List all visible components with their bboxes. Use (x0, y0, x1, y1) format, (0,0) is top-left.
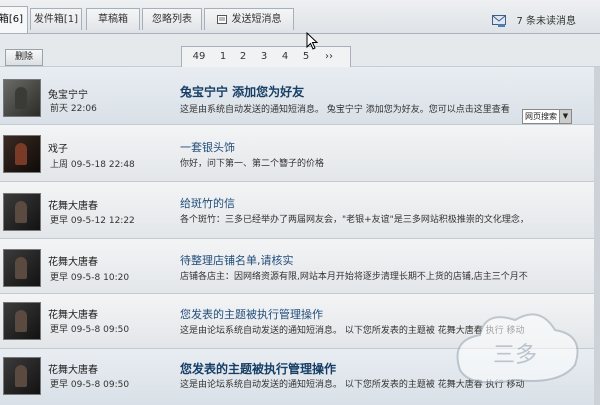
message-subject[interactable]: 兔宝宁宁 添加您为好友 (180, 83, 304, 100)
message-row[interactable]: 花舞大唐春 更早 09-5-8 09:50 您发表的主题被执行管理操作 这是由论… (0, 349, 600, 405)
message-preview: 这是由论坛系统自动发送的通知短消息。 以下您所发表的主题被 花舞大唐春 执行 移… (180, 380, 525, 390)
avatar[interactable] (3, 302, 41, 340)
message-sender[interactable]: 花舞大唐春 (48, 197, 98, 212)
message-preview: 这是由系统自动发送的通知短消息。 兔宝宁宁 添加您为好友。您可以点击这里查看 (180, 105, 510, 115)
message-preview: 你好，问下第一、第二个簪子的价格 (180, 159, 325, 169)
message-sender[interactable]: 花舞大唐春 (48, 253, 98, 268)
tab-drafts[interactable]: 草稿箱 (86, 8, 140, 30)
unread-count: 7 (516, 16, 523, 27)
tab-send-message-label: 发送短消息 (231, 14, 282, 25)
message-preview: 店铺各店主：因网络资源有限,网站本月开始将逐步清理长期不上货的店铺,店主三个月不 (180, 272, 528, 282)
mouse-cursor-icon (306, 32, 318, 50)
unread-label: 条未读消息 (526, 16, 576, 27)
pagination: 49 1 2 3 4 5 ›› (181, 46, 351, 68)
avatar[interactable] (3, 357, 41, 395)
message-time: 更早 09-5-12 12:22 (50, 216, 135, 226)
message-subject[interactable]: 待整理店铺名单,请核实 (180, 252, 294, 268)
page-5[interactable]: 5 (299, 47, 313, 67)
message-subject[interactable]: 您发表的主题被执行管理操作 (180, 306, 323, 322)
tab-send-message[interactable]: 发送短消息 (204, 8, 294, 30)
page-total[interactable]: 49 (188, 47, 210, 67)
tab-inbox[interactable]: 箱[6] (0, 6, 28, 33)
message-sender[interactable]: 花舞大唐春 (48, 306, 98, 321)
message-sender[interactable]: 戏子 (48, 140, 68, 155)
web-search-dropdown[interactable]: 网页搜索 ▼ (522, 109, 572, 124)
tab-drafts-label: 草稿箱 (98, 14, 128, 25)
web-search-label: 网页搜索 (525, 112, 557, 121)
avatar[interactable] (3, 79, 41, 117)
message-row[interactable]: 花舞大唐春 更早 09-5-8 10:20 待整理店铺名单,请核实 店铺各店主：… (0, 239, 600, 294)
message-sender[interactable]: 兔宝宁宁 (48, 86, 88, 101)
tab-inbox-label: 箱[6] (0, 14, 24, 25)
message-time: 上周 09-5-18 22:48 (50, 160, 135, 170)
compose-icon (216, 14, 227, 24)
message-list: 兔宝宁宁 前天 22:06 兔宝宁宁 添加您为好友 这是由系统自动发送的通知短消… (0, 67, 600, 405)
avatar[interactable] (3, 249, 41, 287)
delete-button[interactable]: 删除 (5, 49, 43, 66)
scrollbar[interactable] (594, 67, 600, 405)
tab-ignore-list[interactable]: 忽略列表 (142, 8, 202, 30)
message-time: 更早 09-5-8 09:50 (50, 380, 130, 390)
page-4[interactable]: 4 (278, 47, 292, 67)
tab-outbox-label: 发件箱[1] (33, 14, 79, 25)
message-icon (492, 15, 507, 27)
message-row[interactable]: 兔宝宁宁 前天 22:06 兔宝宁宁 添加您为好友 这是由系统自动发送的通知短消… (0, 67, 600, 125)
folder-tab-bar: 箱[6] 发件箱[1] 草稿箱 忽略列表 发送短消息 7 条未读消息 (0, 0, 600, 34)
pm-window: 箱[6] 发件箱[1] 草稿箱 忽略列表 发送短消息 7 条未读消息 删除 49… (0, 0, 600, 405)
chevron-down-icon[interactable]: ▼ (559, 110, 571, 123)
page-next[interactable]: ›› (320, 47, 338, 67)
toolbar: 删除 49 1 2 3 4 5 ›› (0, 34, 600, 68)
avatar[interactable] (3, 135, 41, 173)
message-subject[interactable]: 您发表的主题被执行管理操作 (180, 360, 336, 377)
avatar[interactable] (3, 193, 41, 231)
message-subject[interactable]: 一套银头饰 (180, 139, 235, 155)
unread-indicator[interactable]: 7 条未读消息 (492, 12, 576, 27)
message-subject[interactable]: 给斑竹的信 (180, 195, 235, 211)
message-row[interactable]: 花舞大唐春 更早 09-5-8 09:50 您发表的主题被执行管理操作 这是由论… (0, 294, 600, 349)
tab-outbox[interactable]: 发件箱[1] (30, 8, 82, 30)
message-sender[interactable]: 花舞大唐春 (48, 361, 98, 376)
message-row[interactable]: 花舞大唐春 更早 09-5-12 12:22 给斑竹的信 各个斑竹：三多已经举办… (0, 182, 600, 239)
message-preview: 这是由论坛系统自动发送的通知短消息。 以下您所发表的主题被 花舞大唐春 执行 移… (180, 326, 525, 336)
message-row[interactable]: 戏子 上周 09-5-18 22:48 一套银头饰 你好，问下第一、第二个簪子的… (0, 125, 600, 182)
tab-ignore-list-label: 忽略列表 (152, 14, 192, 25)
message-preview: 各个斑竹：三多已经举办了两届网友会，"老银+友谊"是三多网站积极推崇的文化理念， (180, 215, 529, 225)
page-1[interactable]: 1 (216, 47, 230, 67)
message-time: 更早 09-5-8 09:50 (50, 325, 130, 335)
message-time: 更早 09-5-8 10:20 (50, 273, 130, 283)
page-2[interactable]: 2 (236, 47, 250, 67)
message-time: 前天 22:06 (50, 104, 97, 114)
page-3[interactable]: 3 (257, 47, 271, 67)
